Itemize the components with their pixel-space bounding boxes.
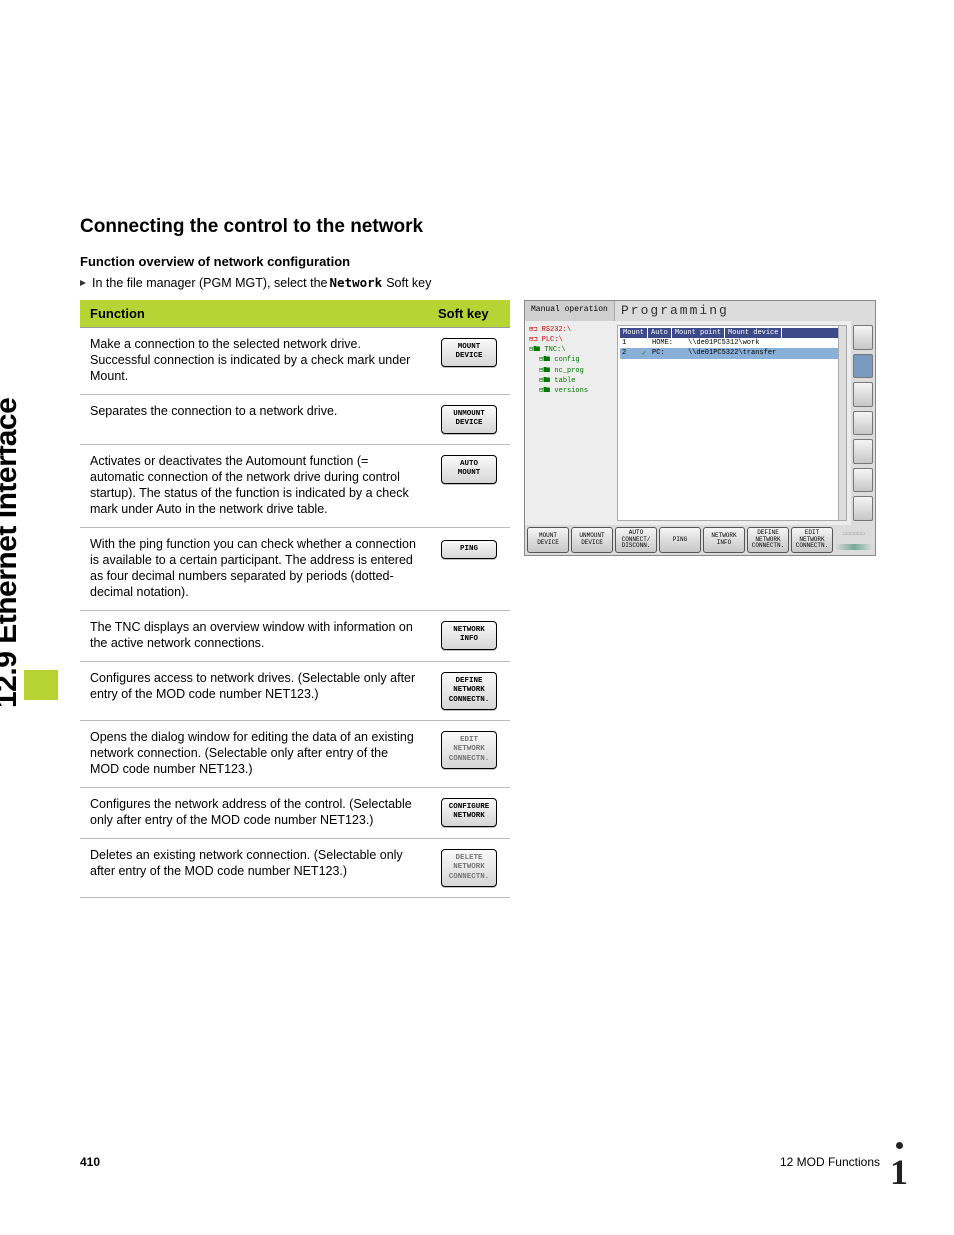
function-desc: Configures the network address of the co… [80, 787, 428, 838]
grid-head: Mount [620, 328, 648, 338]
softkey-define-network-connectn[interactable]: DEFINE NETWORK CONNECTN. [441, 672, 497, 710]
ss-softkey-edit-connectn[interactable]: EDIT NETWORK CONNECTN. [791, 527, 833, 553]
ss-softkey-mount[interactable]: MOUNT DEVICE [527, 527, 569, 553]
grid-head: Mount point [672, 328, 725, 338]
section-subheading: Function overview of network configurati… [80, 254, 880, 269]
ss-mode-large: Programming [615, 301, 735, 321]
table-row: Activates or deactivates the Automount f… [80, 444, 510, 527]
ss-side-button[interactable] [853, 382, 873, 407]
function-desc: Separates the connection to a network dr… [80, 395, 428, 445]
ss-softkey-ping[interactable]: PING [659, 527, 701, 553]
tree-child: ⊟🖿 config [529, 355, 613, 365]
softkey-edit-network-connectn[interactable]: EDIT NETWORK CONNECTN. [441, 731, 497, 769]
ss-softkey-auto-connect[interactable]: AUTO CONNECT/ DISCONN. [615, 527, 657, 553]
intro-before: In the file manager (PGM MGT), select th… [92, 276, 328, 290]
tree-tnc: ⊟🖿 TNC:\ [529, 345, 613, 355]
softkey-ping[interactable]: PING [441, 540, 497, 559]
ss-mount-grid: Mount Auto Mount point Mount device 1 HO… [617, 325, 847, 521]
page-heading: Connecting the control to the network [80, 216, 880, 238]
softkey-mount-device[interactable]: MOUNT DEVICE [441, 338, 497, 367]
ss-side-button[interactable] [853, 496, 873, 521]
function-desc: Deletes an existing network connection. … [80, 838, 428, 897]
function-desc: With the ping function you can check whe… [80, 527, 428, 610]
ss-right-toolbar [851, 321, 875, 525]
ss-softkey-network-info[interactable]: NETWORK INFO [703, 527, 745, 553]
table-row: The TNC displays an overview window with… [80, 610, 510, 661]
arrow-bullet-icon [80, 280, 86, 286]
tree-child: ⊟🖿 table [529, 376, 613, 386]
tree-child: ⊟🖿 nc_prog [529, 366, 613, 376]
ss-scrollbar[interactable] [838, 326, 846, 520]
intro-instruction: In the file manager (PGM MGT), select th… [80, 275, 880, 290]
softkey-auto-mount[interactable]: AUTO MOUNT [441, 455, 497, 484]
table-row: Separates the connection to a network dr… [80, 395, 510, 445]
softkey-table: Function Soft key Make a connection to t… [80, 300, 510, 898]
side-accent-bar [24, 670, 58, 700]
ss-softkey-unmount[interactable]: UNMOUNT DEVICE [571, 527, 613, 553]
tree-rs232: ⊟⊐ RS232:\ [529, 325, 613, 335]
table-row: Configures access to network drives. (Se… [80, 661, 510, 720]
page-number: 410 [80, 1155, 100, 1169]
ss-side-button[interactable] [853, 325, 873, 350]
tnc-screenshot: Manual operation Programming ⊟⊐ RS232:\ … [524, 300, 876, 556]
ss-softkey-navigator[interactable]: ▭▭▭▭▭▭ [835, 527, 873, 553]
tree-child: ⊟🖿 versions [529, 386, 613, 396]
function-desc: Opens the dialog window for editing the … [80, 720, 428, 787]
ss-side-button[interactable] [853, 439, 873, 464]
table-row: With the ping function you can check whe… [80, 527, 510, 610]
side-tab: 12.9 Ethernet Interface [24, 218, 56, 708]
intro-softkey-name: Network [330, 275, 383, 290]
grid-head: Mount device [725, 328, 782, 338]
grid-row: 1 HOME: \\de01PC5312\work [620, 338, 844, 348]
tree-plc: ⊟⊐ PLC:\ [529, 335, 613, 345]
col-header-function: Function [80, 300, 428, 328]
ss-side-button[interactable] [853, 411, 873, 436]
ss-softkey-define-connectn[interactable]: DEFINE NETWORK CONNECTN. [747, 527, 789, 553]
grid-head: Auto [648, 328, 672, 338]
ss-mode-small: Manual operation [525, 301, 615, 321]
table-row: Opens the dialog window for editing the … [80, 720, 510, 787]
softkey-delete-network-connectn[interactable]: DELETE NETWORK CONNECTN. [441, 849, 497, 887]
function-desc: Configures access to network drives. (Se… [80, 661, 428, 720]
softkey-configure-network[interactable]: CONFIGURE NETWORK [441, 798, 497, 827]
function-desc: Make a connection to the selected networ… [80, 328, 428, 395]
table-row: Configures the network address of the co… [80, 787, 510, 838]
page-footer: 410 12 MOD Functions [80, 1155, 880, 1169]
col-header-softkey: Soft key [428, 300, 510, 328]
softkey-unmount-device[interactable]: UNMOUNT DEVICE [441, 405, 497, 434]
intro-after: Soft key [386, 276, 431, 290]
function-desc: Activates or deactivates the Automount f… [80, 444, 428, 527]
info-icon: 1 [890, 1142, 908, 1193]
ss-softkey-row: MOUNT DEVICE UNMOUNT DEVICE AUTO CONNECT… [525, 525, 875, 555]
table-row: Make a connection to the selected networ… [80, 328, 510, 395]
function-desc: The TNC displays an overview window with… [80, 610, 428, 661]
info-corner-badge: 1 [858, 1139, 914, 1195]
ss-drive-tree: ⊟⊐ RS232:\ ⊟⊐ PLC:\ ⊟🖿 TNC:\ ⊟🖿 config ⊟… [525, 321, 617, 525]
table-row: Deletes an existing network connection. … [80, 838, 510, 897]
ss-side-button[interactable] [853, 468, 873, 493]
ss-side-button[interactable] [853, 354, 873, 379]
section-number-title: 12.9 Ethernet Interface [0, 398, 24, 708]
grid-row-selected: 2 ✓ PC: \\de01PC5322\transfer [620, 348, 844, 359]
softkey-network-info[interactable]: NETWORK INFO [441, 621, 497, 650]
